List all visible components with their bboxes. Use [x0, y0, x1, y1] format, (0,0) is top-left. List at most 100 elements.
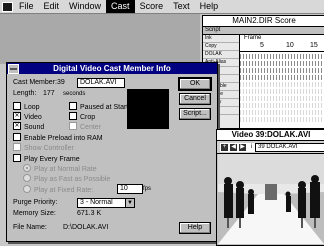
cast-member-field[interactable]: 39 DOLAK.AVI [255, 143, 324, 152]
cast-member-name-field[interactable]: DOLAK.AVI [77, 78, 125, 88]
checkbox-box[interactable] [13, 133, 21, 141]
checkbox-box[interactable] [69, 102, 77, 110]
crop-checkbox[interactable]: Crop [69, 112, 95, 121]
score-channel-row[interactable] [240, 61, 324, 66]
play-every-frame-checkbox[interactable]: Play Every Frame [13, 154, 80, 163]
purge-priority-value: 3 - Normal [80, 199, 113, 206]
center-label: Center [80, 124, 102, 131]
loop-checkbox[interactable]: Loop [13, 102, 40, 111]
video-label: Video [24, 114, 42, 121]
show-controller-label: Show Controller [24, 145, 74, 152]
fixed-rate-field[interactable]: 10 [117, 184, 143, 194]
previous-icon[interactable]: ◀ [229, 143, 238, 152]
menu-window[interactable]: Window [64, 0, 106, 13]
score-window[interactable]: MAIN2.DIR Score Script Ink Copy DOLAK An… [202, 15, 324, 129]
score-channel-row[interactable] [240, 75, 324, 80]
score-channel-row[interactable] [240, 82, 324, 87]
channel-label: Copy [203, 43, 239, 51]
enable-preload-checkbox[interactable]: Enable Preload into RAM [13, 133, 103, 142]
score-channel-row[interactable] [240, 103, 324, 108]
app-control-icon[interactable] [2, 2, 13, 12]
video-window-title[interactable]: Video 39:DOLAK.AVI [217, 130, 324, 141]
video-window-toolbar: + ◀ ▶ i 39 DOLAK.AVI [217, 141, 324, 154]
score-channel-row[interactable] [240, 117, 324, 122]
score-channel-row[interactable] [240, 110, 324, 115]
paused-label: Paused at Start [80, 104, 129, 111]
score-grid[interactable] [240, 52, 324, 128]
score-window-title[interactable]: MAIN2.DIR Score [203, 16, 324, 27]
video-frame[interactable] [218, 154, 324, 244]
radio-dot[interactable] [23, 164, 31, 172]
sound-label: Sound [24, 124, 45, 131]
system-menu-icon[interactable] [8, 64, 19, 74]
fixed-rate-unit: fps [143, 186, 152, 192]
frame-number: 5 [260, 42, 264, 49]
radio-dot[interactable] [23, 185, 31, 193]
checkbox-box[interactable] [13, 154, 21, 162]
center-checkbox[interactable]: Center [69, 122, 101, 131]
purge-priority-select[interactable]: 3 - Normal ▼ [77, 198, 135, 208]
cast-member-label: Cast Member: [13, 79, 57, 86]
chevron-down-icon[interactable]: ▼ [125, 199, 134, 207]
dialog-titlebar[interactable]: Digital Video Cast Member Info [7, 63, 217, 74]
paused-checkbox[interactable]: Paused at Start [69, 102, 128, 111]
radio-dot[interactable] [23, 174, 31, 182]
radio-fast-label: Play as Fast as Possible [34, 176, 111, 183]
radio-normal-label: Play at Normal Rate [34, 166, 97, 173]
play-every-frame-label: Play Every Frame [24, 156, 80, 163]
checkbox-box[interactable] [13, 122, 21, 130]
length-value: 177 [43, 90, 55, 97]
length-label: Length: [13, 90, 37, 97]
frame-ruler[interactable]: Frame 5 10 15 [240, 35, 324, 52]
checkbox-box[interactable] [69, 122, 77, 130]
channel-label: DOLAK [203, 51, 239, 59]
score-channel-row[interactable] [240, 89, 324, 94]
score-script-header[interactable]: Script [203, 27, 324, 35]
frame-number: 10 [286, 42, 294, 49]
next-icon[interactable]: ▶ [238, 143, 247, 152]
radio-normal-rate[interactable]: Play at Normal Rate [23, 164, 97, 173]
menu-file[interactable]: File [14, 0, 39, 13]
score-channel-row[interactable] [240, 96, 324, 101]
crop-label: Crop [80, 114, 96, 121]
channel-label: Ink [203, 35, 239, 43]
radio-fast-rate[interactable]: Play as Fast as Possible [23, 174, 110, 183]
checkbox-box[interactable] [13, 102, 21, 110]
video-checkbox[interactable]: Video [13, 112, 42, 121]
add-icon[interactable]: + [220, 143, 229, 152]
memory-size-label: Memory Size: [13, 210, 56, 217]
menu-text[interactable]: Text [168, 0, 195, 13]
purge-priority-label: Purge Priority: [13, 199, 58, 206]
cancel-button[interactable]: Cancel [179, 93, 211, 105]
ok-button[interactable]: OK [178, 77, 212, 91]
memory-size-value: 671.3 K [77, 210, 102, 217]
help-button[interactable]: Help [179, 222, 211, 234]
menu-bar: File Edit Window Cast Score Text Help [0, 0, 324, 14]
score-channel-row[interactable] [240, 54, 324, 59]
radio-fixed-label: Play at Fixed Rate: [34, 187, 94, 194]
score-channel-row[interactable] [240, 68, 324, 73]
video-thumbnail-preview [127, 89, 169, 129]
digital-video-info-dialog[interactable]: Digital Video Cast Member Info Cast Memb… [6, 62, 218, 242]
menu-help[interactable]: Help [195, 0, 224, 13]
frame-number: 15 [310, 42, 318, 49]
loop-label: Loop [24, 104, 40, 111]
menu-edit[interactable]: Edit [39, 0, 65, 13]
file-name-label: File Name: [13, 224, 47, 231]
checkbox-box[interactable] [69, 112, 77, 120]
menu-cast[interactable]: Cast [106, 0, 135, 13]
checkbox-box[interactable] [13, 143, 21, 151]
menu-score[interactable]: Score [135, 0, 169, 13]
menu-list: File Edit Window Cast Score Text Help [14, 0, 223, 13]
length-unit: seconds [63, 91, 86, 97]
script-button[interactable]: Script... [179, 108, 211, 120]
show-controller-checkbox[interactable]: Show Controller [13, 143, 74, 152]
cast-member-number: 39 [57, 79, 65, 86]
radio-fixed-rate[interactable]: Play at Fixed Rate: [23, 185, 93, 194]
sound-checkbox[interactable]: Sound [13, 122, 44, 131]
checkbox-box[interactable] [13, 112, 21, 120]
video-frame-image [218, 154, 324, 244]
video-cast-window[interactable]: Video 39:DOLAK.AVI + ◀ ▶ i 39 DOLAK.AVI [216, 129, 324, 246]
file-name-value: D:\DOLAK.AVI [63, 224, 109, 231]
frame-ruler-label: Frame [244, 35, 262, 41]
